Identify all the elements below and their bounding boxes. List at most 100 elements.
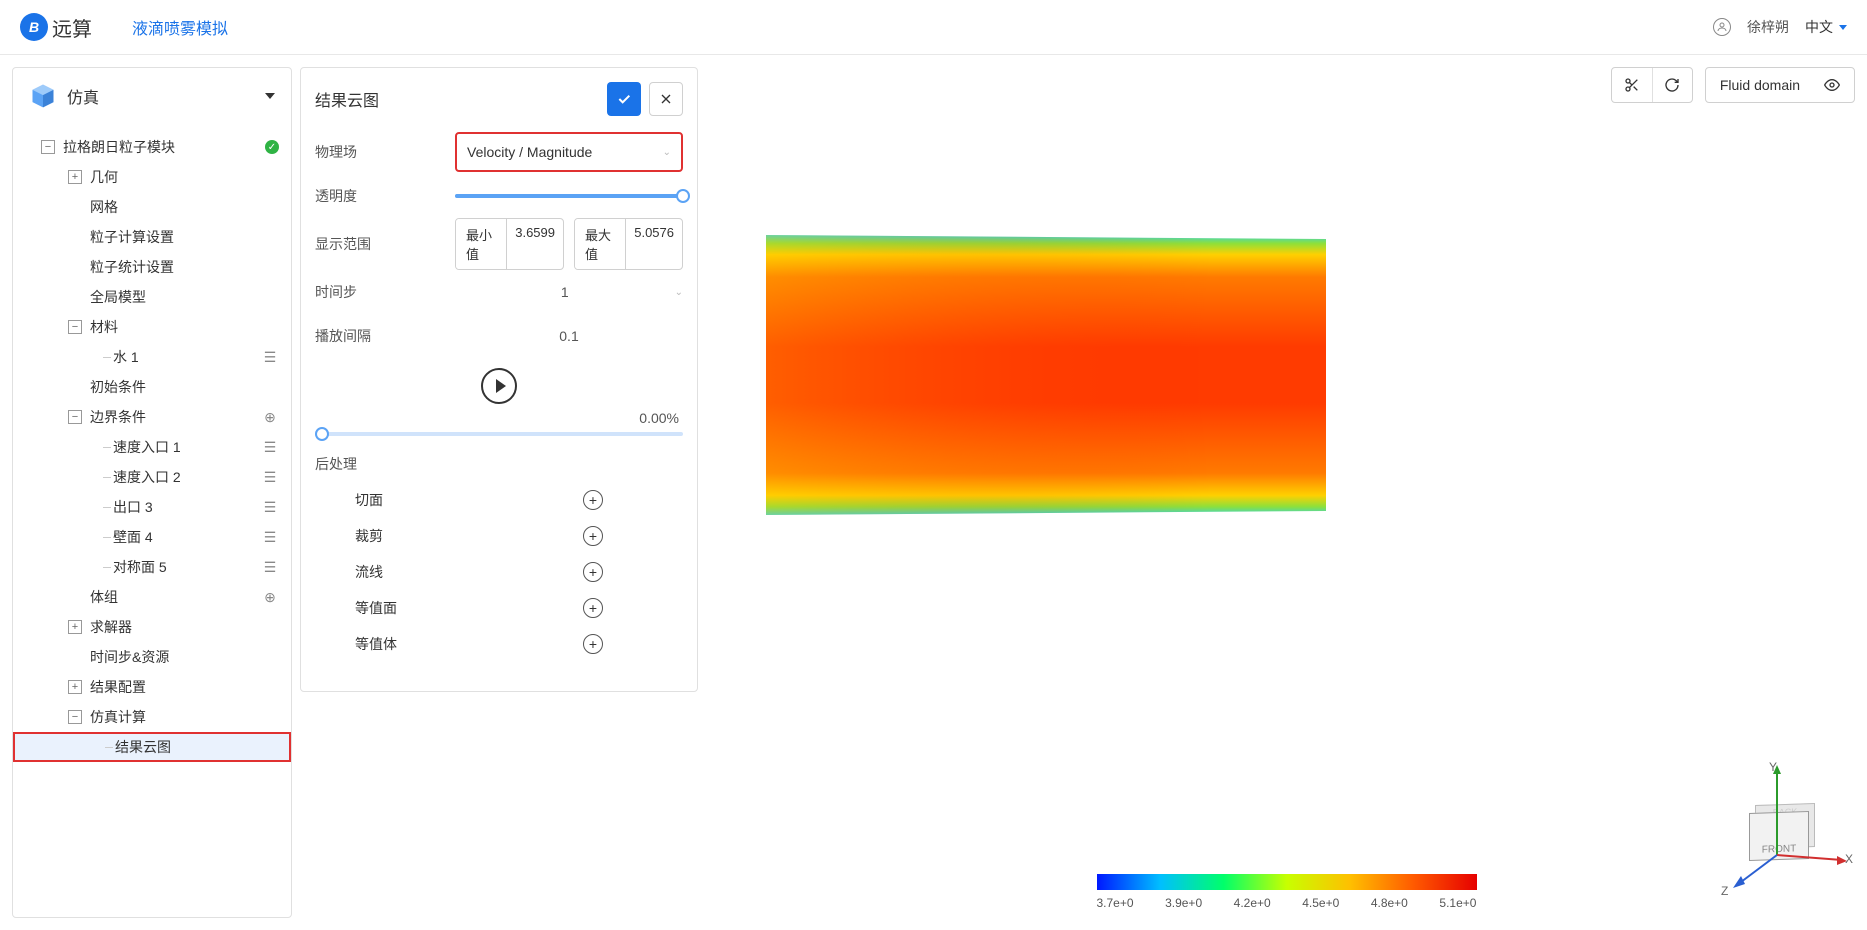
tree-boundary-conditions[interactable]: − 边界条件 ⊕ (13, 402, 291, 432)
language-label: 中文 (1805, 17, 1833, 37)
tree-mesh[interactable]: 网格 (13, 192, 291, 222)
axes-arrows (1707, 760, 1847, 900)
tree-bc-outlet-3[interactable]: 出口 3 ☰ (13, 492, 291, 522)
max-value[interactable]: 5.0576 (626, 219, 682, 269)
slider-handle[interactable] (676, 189, 690, 203)
axis-z-label: Z (1721, 884, 1728, 898)
progress-slider[interactable] (315, 432, 683, 436)
axes-gizmo[interactable]: BACK FRONT Y X Z (1707, 760, 1847, 900)
tree-solver[interactable]: + 求解器 (13, 612, 291, 642)
add-icon[interactable]: ⊕ (261, 588, 279, 606)
eye-icon[interactable] (1824, 77, 1840, 93)
close-icon (658, 91, 674, 107)
slider-handle[interactable] (315, 427, 329, 441)
status-ok-icon: ✓ (265, 140, 279, 154)
tree-body-group[interactable]: 体组 ⊕ (13, 582, 291, 612)
viewport-toolbar: Fluid domain (1611, 67, 1855, 103)
list-icon[interactable]: ☰ (261, 348, 279, 366)
collapse-icon[interactable]: − (68, 410, 82, 424)
tree-simulation-calc[interactable]: − 仿真计算 (13, 702, 291, 732)
domain-selector[interactable]: Fluid domain (1705, 67, 1855, 103)
project-title[interactable]: 液滴喷雾模拟 (132, 15, 228, 39)
field-select[interactable]: Velocity / Magnitude ⌄ (455, 132, 683, 172)
tree-result-config[interactable]: + 结果配置 (13, 672, 291, 702)
simulation-canvas (766, 235, 1326, 515)
progress-text: 0.00% (315, 410, 683, 426)
sidebar-title: 仿真 (67, 84, 99, 108)
tree-materials[interactable]: − 材料 (13, 312, 291, 342)
tree-geometry[interactable]: + 几何 (13, 162, 291, 192)
chevron-down-icon: ⌄ (663, 147, 671, 158)
add-icon[interactable]: + (583, 526, 603, 546)
axis-x-label: X (1845, 852, 1853, 866)
min-value[interactable]: 3.6599 (507, 219, 563, 269)
domain-label: Fluid domain (1720, 77, 1800, 93)
tree-particle-stat[interactable]: 粒子统计设置 (13, 252, 291, 282)
post-slice[interactable]: 切面 + (315, 482, 683, 518)
refresh-icon (1664, 77, 1680, 93)
add-icon[interactable]: + (583, 598, 603, 618)
user-name[interactable]: 徐梓朔 (1747, 17, 1789, 37)
model-tree-sidebar: 仿真 − 拉格朗日粒子模块 ✓ + 几何 网格 粒子计算设置 (12, 67, 292, 918)
tree-bc-wall-4[interactable]: 壁面 4 ☰ (13, 522, 291, 552)
tree-initial-conditions[interactable]: 初始条件 (13, 372, 291, 402)
opacity-slider[interactable] (455, 194, 683, 198)
collapse-icon[interactable]: − (68, 320, 82, 334)
list-icon[interactable]: ☰ (261, 468, 279, 486)
tree-result-contour[interactable]: 结果云图 (13, 732, 291, 762)
legend-gradient (1097, 874, 1477, 890)
min-button[interactable]: 最小值 (456, 219, 507, 269)
cut-tool-button[interactable] (1612, 68, 1652, 102)
color-legend: 3.7e+0 3.9e+0 4.2e+0 4.5e+0 4.8e+0 5.1e+… (1097, 874, 1477, 910)
field-label: 物理场 (315, 142, 455, 162)
tree-timestep-resources[interactable]: 时间步&资源 (13, 642, 291, 672)
timestep-select[interactable]: 1 ⌄ (455, 284, 683, 300)
post-clip[interactable]: 裁剪 + (315, 518, 683, 554)
tree-particle-calc[interactable]: 粒子计算设置 (13, 222, 291, 252)
expand-icon[interactable]: + (68, 620, 82, 634)
play-button[interactable] (481, 368, 517, 404)
sidebar-header[interactable]: 仿真 (13, 68, 291, 124)
list-icon[interactable]: ☰ (261, 528, 279, 546)
min-value-input[interactable]: 最小值 3.6599 (455, 218, 564, 270)
tree-bc-velocity-inlet-1[interactable]: 速度入口 1 ☰ (13, 432, 291, 462)
3d-viewport[interactable]: Fluid domain (706, 55, 1867, 930)
list-icon[interactable]: ☰ (261, 558, 279, 576)
properties-panel: 结果云图 物理场 Velocity / Magnitude ⌄ 透明度 (300, 67, 698, 692)
model-tree: − 拉格朗日粒子模块 ✓ + 几何 网格 粒子计算设置 粒子统计设置 (13, 124, 291, 770)
props-title: 结果云图 (315, 87, 607, 111)
tree-root-module[interactable]: − 拉格朗日粒子模块 ✓ (13, 132, 291, 162)
add-icon[interactable]: + (583, 490, 603, 510)
confirm-button[interactable] (607, 82, 641, 116)
add-icon[interactable]: + (583, 634, 603, 654)
tree-bc-symmetry-5[interactable]: 对称面 5 ☰ (13, 552, 291, 582)
post-streamline[interactable]: 流线 + (315, 554, 683, 590)
max-button[interactable]: 最大值 (575, 219, 626, 269)
tree-global-model[interactable]: 全局模型 (13, 282, 291, 312)
list-icon[interactable]: ☰ (261, 438, 279, 456)
add-icon[interactable]: + (583, 562, 603, 582)
close-button[interactable] (649, 82, 683, 116)
check-icon (616, 91, 632, 107)
expand-icon[interactable]: + (68, 170, 82, 184)
play-icon (496, 379, 506, 393)
collapse-icon[interactable]: − (68, 710, 82, 724)
list-icon[interactable]: ☰ (261, 498, 279, 516)
add-icon[interactable]: ⊕ (261, 408, 279, 426)
caret-down-icon (265, 93, 275, 99)
app-header: B 远算 液滴喷雾模拟 徐梓朔 中文 (0, 0, 1867, 55)
post-isovolume[interactable]: 等值体 + (315, 626, 683, 662)
expand-icon[interactable]: + (68, 680, 82, 694)
collapse-icon[interactable]: − (41, 140, 55, 154)
tree-material-water[interactable]: 水 1 ☰ (13, 342, 291, 372)
scissors-icon (1624, 77, 1640, 93)
refresh-tool-button[interactable] (1652, 68, 1692, 102)
tree-bc-velocity-inlet-2[interactable]: 速度入口 2 ☰ (13, 462, 291, 492)
max-value-input[interactable]: 最大值 5.0576 (574, 218, 683, 270)
interval-value: 0.1 (455, 328, 683, 344)
legend-ticks: 3.7e+0 3.9e+0 4.2e+0 4.5e+0 4.8e+0 5.1e+… (1097, 896, 1477, 910)
post-isosurface[interactable]: 等值面 + (315, 590, 683, 626)
language-selector[interactable]: 中文 (1805, 17, 1847, 37)
user-icon (1713, 18, 1731, 36)
logo-icon: B (20, 13, 48, 41)
